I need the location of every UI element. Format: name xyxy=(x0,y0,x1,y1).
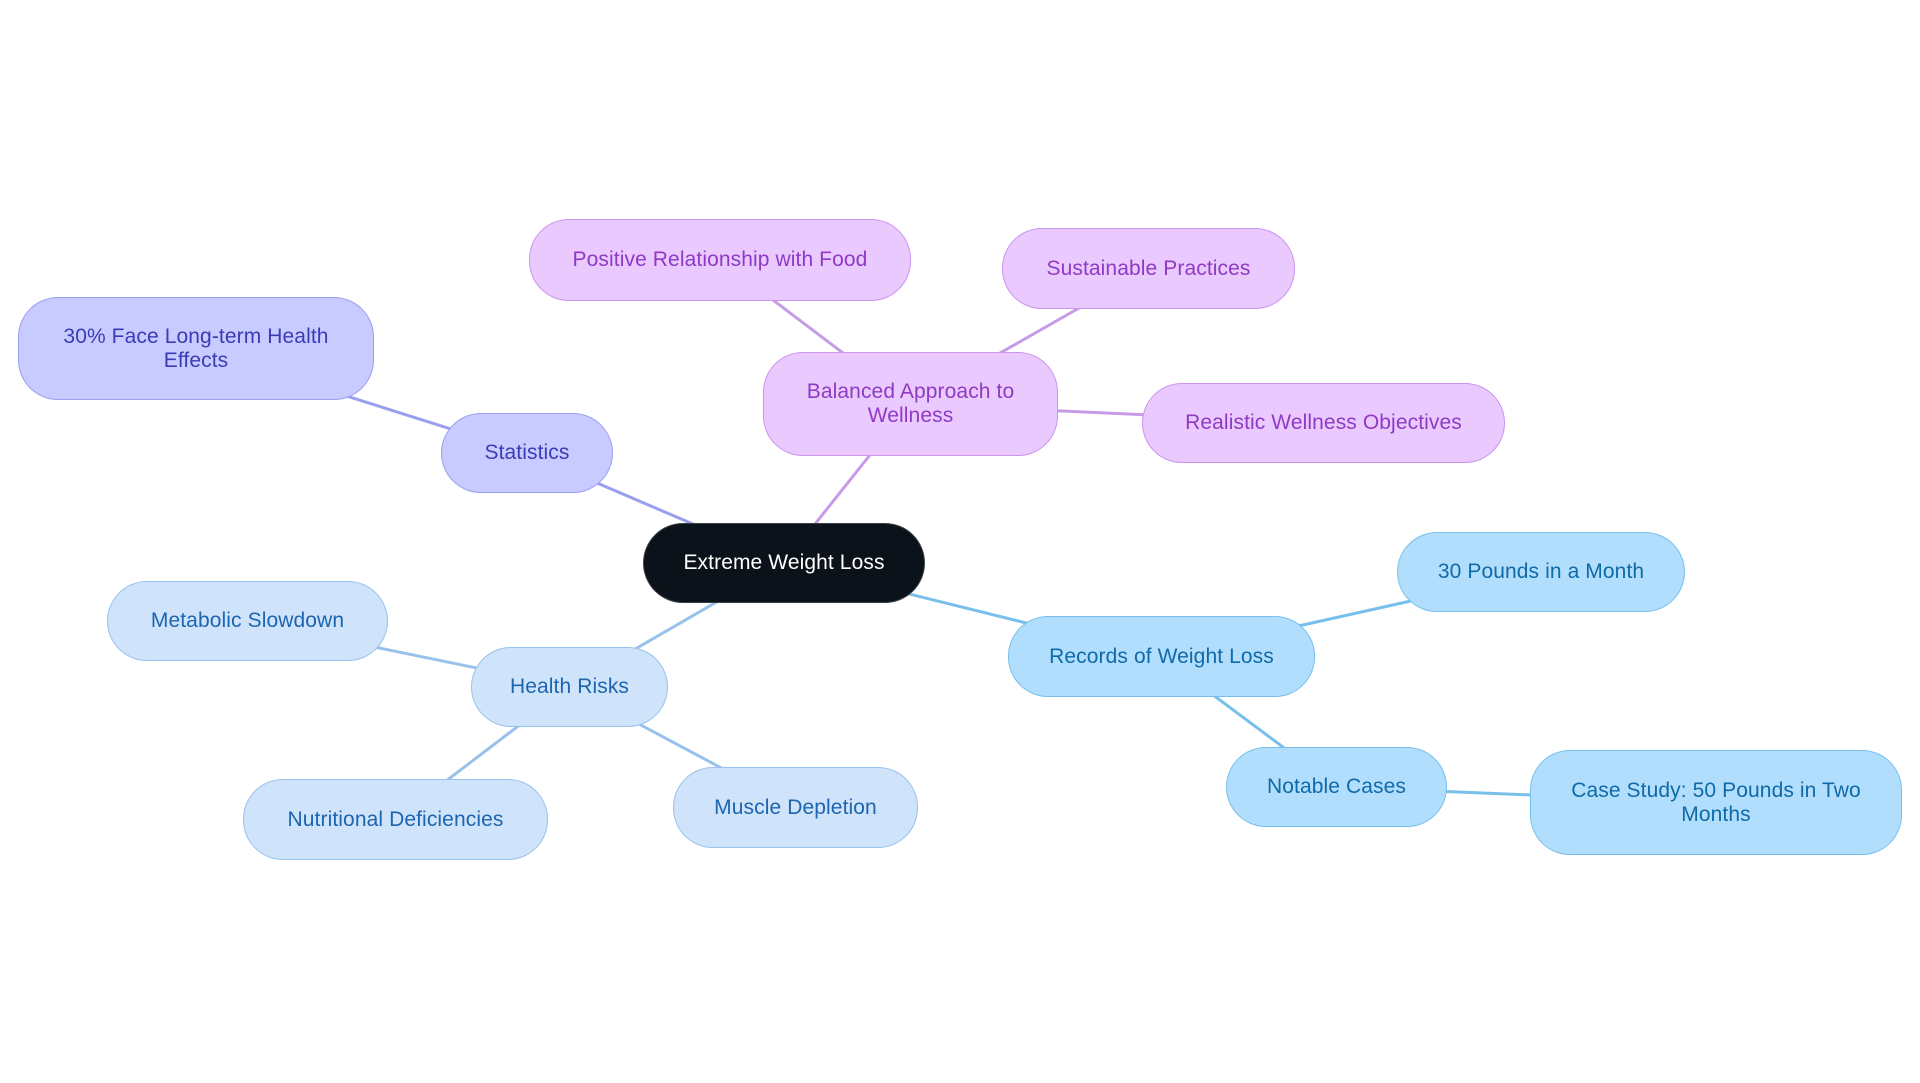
node-label: 30 Pounds in a Month xyxy=(1437,560,1645,583)
mind-map-canvas: Extreme Weight Loss Statistics 30% Face … xyxy=(0,0,1920,1083)
node-balanced-approach[interactable]: Balanced Approach to Wellness xyxy=(763,352,1058,456)
node-label: Notable Cases xyxy=(1266,775,1407,798)
node-health-risks[interactable]: Health Risks xyxy=(471,647,668,727)
node-records-of-weight-loss[interactable]: Records of Weight Loss xyxy=(1008,616,1315,697)
node-label: Muscle Depletion xyxy=(714,795,877,819)
node-label: Nutritional Deficiencies xyxy=(287,807,504,831)
root-node-extreme-weight-loss[interactable]: Extreme Weight Loss xyxy=(643,523,925,603)
node-label: Health Risks xyxy=(509,675,630,698)
node-muscle-depletion[interactable]: Muscle Depletion xyxy=(673,767,918,848)
node-label: Sustainable Practices xyxy=(1046,256,1251,280)
node-label: Positive Relationship with Food xyxy=(572,248,868,271)
node-label: Balanced Approach to Wellness xyxy=(806,380,1015,427)
node-label: Realistic Wellness Objectives xyxy=(1185,411,1462,434)
node-realistic-wellness-objectives[interactable]: Realistic Wellness Objectives xyxy=(1142,383,1505,463)
node-label: Case Study: 50 Pounds in Two Months xyxy=(1571,778,1861,826)
node-30-pounds-in-a-month[interactable]: 30 Pounds in a Month xyxy=(1397,532,1685,612)
node-label: Extreme Weight Loss xyxy=(683,551,885,574)
node-label: Metabolic Slowdown xyxy=(150,609,345,632)
node-30-percent-long-term-effects[interactable]: 30% Face Long-term Health Effects xyxy=(18,297,374,400)
node-label: Records of Weight Loss xyxy=(1049,644,1274,668)
node-case-study-50-pounds[interactable]: Case Study: 50 Pounds in Two Months xyxy=(1530,750,1902,855)
node-positive-relationship-food[interactable]: Positive Relationship with Food xyxy=(529,219,911,301)
node-nutritional-deficiencies[interactable]: Nutritional Deficiencies xyxy=(243,779,548,860)
node-notable-cases[interactable]: Notable Cases xyxy=(1226,747,1447,827)
node-sustainable-practices[interactable]: Sustainable Practices xyxy=(1002,228,1295,309)
node-metabolic-slowdown[interactable]: Metabolic Slowdown xyxy=(107,581,388,661)
node-label: Statistics xyxy=(484,441,570,464)
node-statistics[interactable]: Statistics xyxy=(441,413,613,493)
node-label: 30% Face Long-term Health Effects xyxy=(63,324,329,372)
